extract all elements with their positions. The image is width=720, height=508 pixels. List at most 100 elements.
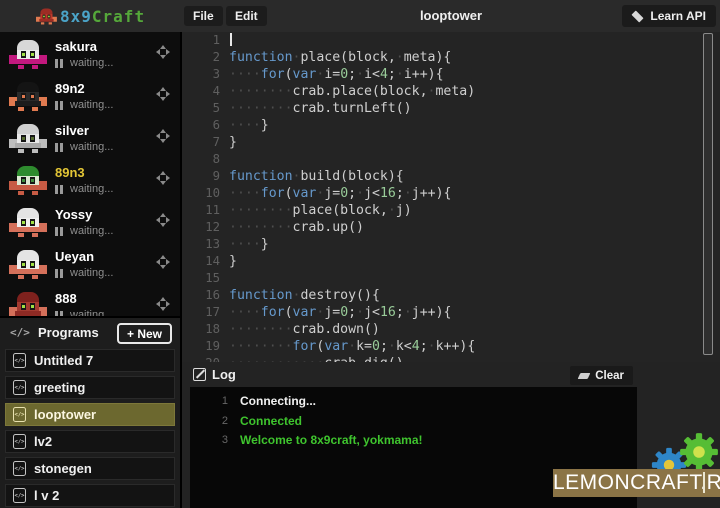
code-editor[interactable]: 12function·place(block,·meta){3····for(v… (182, 32, 720, 362)
move-crab-icon[interactable] (156, 255, 170, 269)
code-token: ········ (229, 322, 293, 337)
crab-icon-part (30, 93, 35, 100)
arrow-right (166, 259, 170, 265)
code-text: ········crab.turnLeft() (229, 100, 412, 117)
crab-icon-part (17, 292, 39, 302)
clear-label: Clear (595, 370, 624, 382)
code-text: ········place(block,·j) (229, 202, 412, 219)
code-token: · (348, 339, 356, 354)
crab-status-text: waiting... (70, 141, 113, 153)
code-text: ····for(var·j=0;·j<16;·j++){ (229, 185, 451, 202)
code-token: var (293, 186, 317, 201)
top-bar: 8x9 Craft File Edit looptower Learn API (0, 0, 720, 32)
crab-icon-part (15, 269, 41, 274)
logo-text-craft: Craft (92, 7, 145, 26)
line-number: 5 (182, 100, 229, 117)
code-text: } (229, 134, 237, 151)
crab-row[interactable]: 89n2waiting... (0, 76, 180, 118)
program-file-icon: </> (13, 380, 26, 395)
code-token: var (324, 339, 348, 354)
crab-status-text: waiting... (70, 57, 113, 69)
gear-icon-green (678, 431, 720, 473)
crab-avatar (9, 124, 47, 153)
crab-row[interactable]: silverwaiting... (0, 118, 180, 160)
program-item[interactable]: </>greeting (5, 376, 175, 399)
crab-icon-part (21, 51, 26, 58)
pencil-icon (193, 368, 206, 381)
line-number: 6 (182, 117, 229, 134)
program-label: looptower (34, 407, 96, 422)
move-crab-icon[interactable] (156, 171, 170, 185)
crab-icon-part (17, 208, 39, 218)
crab-row[interactable]: Yossywaiting... (0, 202, 180, 244)
new-program-button[interactable]: + New (117, 323, 172, 344)
pause-icon (55, 143, 65, 152)
editor-scrollbar[interactable] (703, 33, 713, 355)
arrow-left (156, 217, 160, 223)
crab-row[interactable]: 89n3waiting... (0, 160, 180, 202)
crab-icon-part (17, 250, 39, 260)
move-crab-icon[interactable] (156, 45, 170, 59)
move-crab-icon[interactable] (156, 297, 170, 311)
crab-icon-part (32, 275, 38, 279)
arrow-left (156, 175, 160, 181)
crab-name: sakura (55, 39, 113, 54)
move-crab-icon[interactable] (156, 87, 170, 101)
code-text: function·place(block,·meta){ (229, 49, 451, 66)
program-item[interactable]: </>stonegen (5, 457, 175, 480)
crab-icon-part (32, 65, 38, 69)
code-token: for (261, 305, 285, 320)
code-token: ········ (229, 101, 293, 116)
crab-icon-part (18, 107, 24, 111)
code-token: 0 (340, 305, 348, 320)
code-token: 0 (340, 67, 348, 82)
line-number: 17 (182, 304, 229, 321)
clear-log-button[interactable]: Clear (570, 366, 633, 385)
log-line-text: Welcome to 8x9craft, yokmama! (240, 431, 423, 451)
arrow-right (166, 175, 170, 181)
crab-icon-part (17, 82, 39, 92)
crab-icon-part (49, 22, 52, 24)
move-crab-icon[interactable] (156, 213, 170, 227)
crab-icon-part (15, 143, 41, 148)
code-token: i= (324, 67, 340, 82)
code-token: k++){ (436, 339, 476, 354)
code-line: 8 (182, 151, 720, 168)
crab-icon-part (15, 185, 41, 190)
code-text: function·destroy(){ (229, 287, 380, 304)
crab-icon-part (18, 233, 24, 237)
code-line: 9function·build(block){ (182, 168, 720, 185)
learn-api-button[interactable]: Learn API (622, 5, 716, 27)
code-line: 18········crab.down() (182, 321, 720, 338)
crab-status-text: waiting... (70, 309, 113, 316)
crab-row[interactable]: Ueyanwaiting... (0, 244, 180, 286)
crab-row[interactable]: sakura waiting... (0, 34, 180, 76)
watermark-banner: LEMONCRAFT.RU (553, 469, 720, 497)
code-token: 16 (380, 305, 396, 320)
program-item[interactable]: </>Untitled 7 (5, 349, 175, 372)
code-text: } (229, 253, 237, 270)
pause-icon (55, 185, 65, 194)
log-header: Log Clear (182, 362, 720, 387)
crab-row[interactable]: 888waiting... (0, 286, 180, 316)
code-token: 0 (340, 186, 348, 201)
move-crab-icon[interactable] (156, 129, 170, 143)
code-token: · (356, 67, 364, 82)
crab-status: waiting... (55, 57, 113, 69)
pause-bar (55, 143, 58, 152)
crab-status: waiting... (55, 225, 113, 237)
code-token: j++){ (412, 186, 452, 201)
program-item[interactable]: </>looptower (5, 403, 175, 426)
code-token: ; (388, 67, 396, 82)
crab-name: Ueyan (55, 249, 113, 264)
code-token: k< (396, 339, 412, 354)
code-token: 0 (372, 339, 380, 354)
code-token: place(block, (293, 203, 388, 218)
crab-icon-part (43, 14, 46, 18)
code-token: ···· (229, 237, 261, 252)
program-file-icon: </> (13, 434, 26, 449)
code-token: place(block, (300, 50, 395, 65)
program-item[interactable]: </>lv2 (5, 430, 175, 453)
program-item[interactable]: </>l v 2 (5, 484, 175, 507)
crab-avatar (9, 292, 47, 316)
